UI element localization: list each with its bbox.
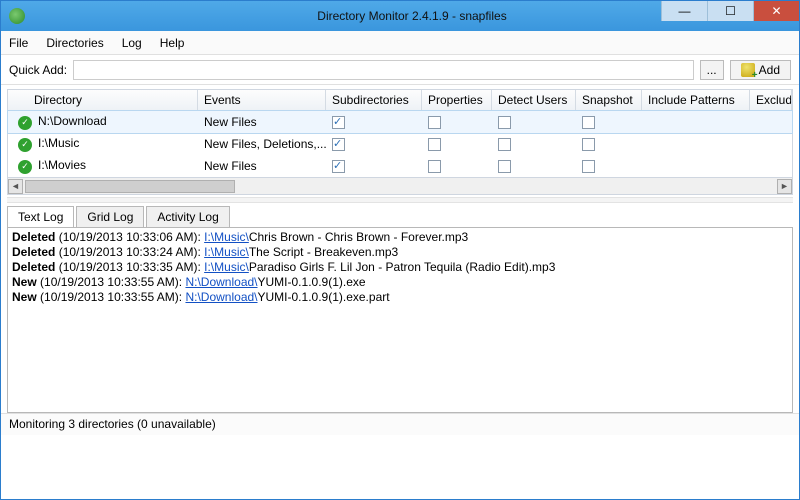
add-button-label: Add (759, 63, 780, 77)
status-ok-icon: ✓ (18, 138, 32, 152)
checkbox[interactable] (332, 116, 345, 129)
add-folder-icon (741, 63, 755, 77)
quick-add-bar: Quick Add: ... Add (1, 55, 799, 85)
log-entry: New (10/19/2013 10:33:55 AM): N:\Downloa… (12, 275, 788, 290)
col-detect-users[interactable]: Detect Users (492, 90, 576, 110)
table-row[interactable]: ✓I:\MoviesNew Files (8, 155, 792, 177)
close-button[interactable]: ✕ (753, 1, 799, 21)
scroll-left-arrow[interactable]: ◄ (8, 179, 23, 194)
app-window: Directory Monitor 2.4.1.9 - snapfiles — … (0, 0, 800, 500)
log-entry: New (10/19/2013 10:33:55 AM): N:\Downloa… (12, 290, 788, 305)
tab-text-log[interactable]: Text Log (7, 206, 74, 227)
log-path-link[interactable]: I:\Music\ (204, 230, 249, 244)
menu-directories[interactable]: Directories (46, 36, 103, 50)
checkbox[interactable] (582, 138, 595, 151)
horizontal-scrollbar[interactable]: ◄ ► (7, 178, 793, 195)
log-entry: Deleted (10/19/2013 10:33:35 AM): I:\Mus… (12, 260, 788, 275)
scroll-right-arrow[interactable]: ► (777, 179, 792, 194)
col-snapshot[interactable]: Snapshot (576, 90, 642, 110)
tab-grid-log[interactable]: Grid Log (76, 206, 144, 227)
col-properties[interactable]: Properties (422, 90, 492, 110)
log-entry: Deleted (10/19/2013 10:33:06 AM): I:\Mus… (12, 230, 788, 245)
splitter[interactable] (7, 197, 793, 203)
menubar: File Directories Log Help (1, 31, 799, 55)
status-ok-icon: ✓ (18, 160, 32, 174)
checkbox[interactable] (428, 138, 441, 151)
checkbox[interactable] (582, 116, 595, 129)
browse-button[interactable]: ... (700, 60, 724, 80)
log-path-link[interactable]: I:\Music\ (204, 245, 249, 259)
checkbox[interactable] (428, 160, 441, 173)
table-row[interactable]: ✓N:\DownloadNew Files (8, 111, 792, 133)
quick-add-label: Quick Add: (9, 63, 67, 77)
directory-grid: Directory Events Subdirectories Properti… (1, 85, 799, 195)
col-include-patterns[interactable]: Include Patterns (642, 90, 750, 110)
tab-activity-log[interactable]: Activity Log (146, 206, 229, 227)
log-panel: Text Log Grid Log Activity Log Deleted (… (1, 205, 799, 413)
log-path-link[interactable]: N:\Download\ (185, 290, 257, 304)
grid-body: ✓N:\DownloadNew Files✓I:\MusicNew Files,… (7, 111, 793, 178)
maximize-button[interactable]: ☐ (707, 1, 753, 21)
quick-add-input[interactable] (73, 60, 694, 80)
menu-log[interactable]: Log (122, 36, 142, 50)
col-events[interactable]: Events (198, 90, 326, 110)
log-path-link[interactable]: N:\Download\ (185, 275, 257, 289)
statusbar: Monitoring 3 directories (0 unavailable) (1, 413, 799, 435)
checkbox[interactable] (498, 160, 511, 173)
col-subdirectories[interactable]: Subdirectories (326, 90, 422, 110)
log-entry: Deleted (10/19/2013 10:33:24 AM): I:\Mus… (12, 245, 788, 260)
window-controls: — ☐ ✕ (661, 1, 799, 21)
add-button[interactable]: Add (730, 60, 791, 80)
checkbox[interactable] (498, 138, 511, 151)
col-exclude-patterns[interactable]: Exclude Pattern (750, 90, 792, 110)
app-icon (9, 8, 25, 24)
checkbox[interactable] (498, 116, 511, 129)
grid-header: Directory Events Subdirectories Properti… (7, 89, 793, 111)
status-ok-icon: ✓ (18, 116, 32, 130)
menu-file[interactable]: File (9, 36, 28, 50)
titlebar[interactable]: Directory Monitor 2.4.1.9 - snapfiles — … (1, 1, 799, 31)
log-tabstrip: Text Log Grid Log Activity Log (7, 205, 793, 227)
checkbox[interactable] (332, 160, 345, 173)
log-path-link[interactable]: I:\Music\ (204, 260, 249, 274)
menu-help[interactable]: Help (160, 36, 185, 50)
checkbox[interactable] (428, 116, 441, 129)
col-directory[interactable]: Directory (8, 90, 198, 110)
text-log-pane[interactable]: Deleted (10/19/2013 10:33:06 AM): I:\Mus… (7, 227, 793, 413)
status-text: Monitoring 3 directories (0 unavailable) (9, 417, 216, 431)
table-row[interactable]: ✓I:\MusicNew Files, Deletions,... (8, 133, 792, 155)
minimize-button[interactable]: — (661, 1, 707, 21)
checkbox[interactable] (332, 138, 345, 151)
scroll-thumb[interactable] (25, 180, 235, 193)
checkbox[interactable] (582, 160, 595, 173)
